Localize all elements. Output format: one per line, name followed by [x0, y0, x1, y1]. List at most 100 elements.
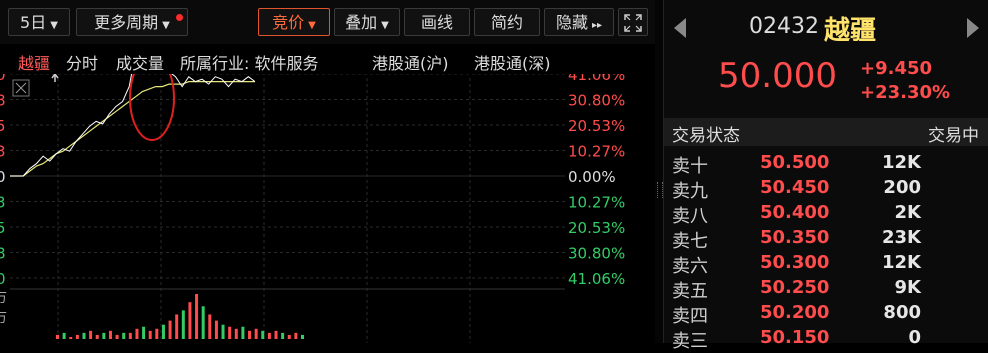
axis-tick-label: 41.06%	[568, 270, 625, 288]
axis-tick-label-left: 3	[0, 143, 6, 161]
draw-line-button[interactable]: 画线	[404, 8, 470, 36]
fullscreen-icon	[624, 14, 642, 32]
order-volume: 2K	[894, 202, 921, 223]
more-period-select[interactable]: 更多周期 ▼	[76, 8, 188, 36]
order-row[interactable]: 卖五 50.250 9K	[664, 277, 988, 302]
bid-label: 竞价	[272, 13, 305, 32]
axis-tick-label-left: 8	[0, 92, 6, 110]
volume-bar	[214, 320, 218, 339]
axis-tick-label: 41.06%	[568, 74, 625, 84]
axis-tick-label: 20.53%	[568, 219, 625, 237]
order-row[interactable]: 卖三 50.150 0	[664, 327, 988, 352]
volume-tab[interactable]: 成交量	[116, 50, 164, 74]
volume-bar	[301, 334, 304, 339]
volume-bar	[234, 328, 238, 339]
overlay-button[interactable]: 叠加 ▼	[334, 8, 400, 36]
volume-bar	[281, 332, 285, 339]
axis-tick-label: 10.27%	[568, 143, 625, 161]
order-price: 50.500	[760, 152, 830, 173]
panel-divider[interactable]	[655, 0, 663, 343]
order-label: 卖五	[672, 281, 708, 302]
axis-tick-label-left: 0	[0, 270, 6, 288]
volume-bar	[89, 330, 93, 339]
volume-bar	[135, 328, 139, 339]
axis-tick-label-left: 0	[0, 168, 6, 186]
double-chevron-right-icon: ▸▸	[591, 20, 603, 31]
axis-tick-label: 30.80%	[568, 92, 625, 110]
axis-tick-label-left: 8	[0, 245, 6, 263]
order-price: 50.350	[760, 227, 830, 248]
crosshair-marker-icon	[51, 74, 59, 82]
order-row[interactable]: 卖四 50.200 800	[664, 302, 988, 327]
time-share-tab[interactable]: 分时	[66, 50, 98, 74]
bid-button[interactable]: 竞价 ▼	[258, 8, 330, 36]
volume-bar	[274, 330, 278, 339]
volume-bar	[181, 310, 185, 339]
order-label: 卖三	[672, 331, 708, 352]
trade-status-label: 交易状态	[672, 126, 740, 146]
hide-label: 隐藏	[555, 13, 588, 32]
volume-bar	[248, 330, 252, 339]
order-row[interactable]: 卖九 50.450 200	[664, 177, 988, 202]
order-row[interactable]: 卖七 50.350 23K	[664, 227, 988, 252]
order-volume: 23K	[882, 227, 921, 248]
fullscreen-button[interactable]	[618, 8, 648, 36]
axis-tick-label: 10.27%	[568, 194, 625, 212]
order-label: 卖九	[672, 181, 708, 202]
price-change: +9.450	[860, 58, 933, 79]
order-price: 50.150	[760, 327, 830, 348]
chevron-down-icon: ▼	[381, 20, 389, 31]
volume-bar	[56, 334, 59, 339]
order-label: 卖七	[672, 231, 708, 252]
volume-bar	[115, 334, 119, 339]
axis-tick-label: 30.80%	[568, 245, 625, 263]
next-stock-arrow-icon[interactable]	[967, 18, 979, 38]
overlay-label: 叠加	[345, 13, 378, 32]
brief-button[interactable]: 简约	[474, 8, 540, 36]
brief-label: 简约	[490, 13, 523, 32]
volume-unit-label: 万	[0, 311, 7, 326]
volume-bar	[294, 332, 298, 339]
order-label: 卖六	[672, 256, 708, 277]
quote-panel: 02432 越疆 50.000 +9.450 +23.30% 交易状态 交易中 …	[663, 0, 988, 352]
axis-tick-label-left: 0	[0, 74, 6, 84]
order-volume: 12K	[882, 252, 921, 273]
volume-bar	[69, 336, 73, 339]
order-volume: 0	[908, 327, 921, 348]
order-volume: 800	[883, 302, 921, 323]
hk-connect-sh-label: 港股通(沪)	[372, 54, 449, 73]
axis-tick-label: 20.53%	[568, 117, 625, 135]
chevron-down-icon: ▼	[162, 20, 170, 31]
previous-stock-arrow-icon[interactable]	[674, 18, 686, 38]
price-change-pct: +23.30%	[860, 82, 951, 103]
volume-bar	[261, 330, 265, 339]
volume-bar	[188, 302, 192, 339]
stock-name: 越疆	[824, 16, 877, 46]
order-label: 卖八	[672, 206, 708, 227]
period-select[interactable]: 5日 ▼	[8, 8, 70, 36]
order-row[interactable]: 卖六 50.300 12K	[664, 252, 988, 277]
axis-tick-label-left: 5	[0, 117, 6, 135]
stock-name-tab[interactable]: 越疆	[18, 50, 50, 74]
axis-tick-label-left: 3	[0, 194, 6, 212]
volume-bar	[128, 332, 132, 339]
highlight-annotation	[129, 74, 175, 141]
order-label: 卖十	[672, 156, 708, 177]
intraday-chart[interactable]: 41.06% 30.80% 20.53% 10.27% 0.00% 10.27% 20.53…	[0, 74, 655, 343]
industry-label: 所属行业: 软件服务	[180, 54, 319, 73]
volume-bar	[241, 326, 245, 339]
order-volume: 12K	[882, 152, 921, 173]
order-row[interactable]: 卖八 50.400 2K	[664, 202, 988, 227]
order-row[interactable]: 卖十 50.500 12K	[664, 152, 988, 177]
volume-bar	[102, 332, 106, 339]
volume-bar	[267, 332, 271, 339]
volume-bar	[142, 326, 146, 339]
volume-bar	[201, 306, 205, 339]
volume-bar	[287, 334, 291, 339]
hide-button[interactable]: 隐藏 ▸▸	[544, 8, 614, 36]
draw-line-label: 画线	[420, 13, 453, 32]
chevron-down-icon: ▼	[308, 20, 316, 31]
order-volume: 9K	[894, 277, 921, 298]
order-price: 50.200	[760, 302, 830, 323]
volume-bar	[155, 328, 159, 339]
